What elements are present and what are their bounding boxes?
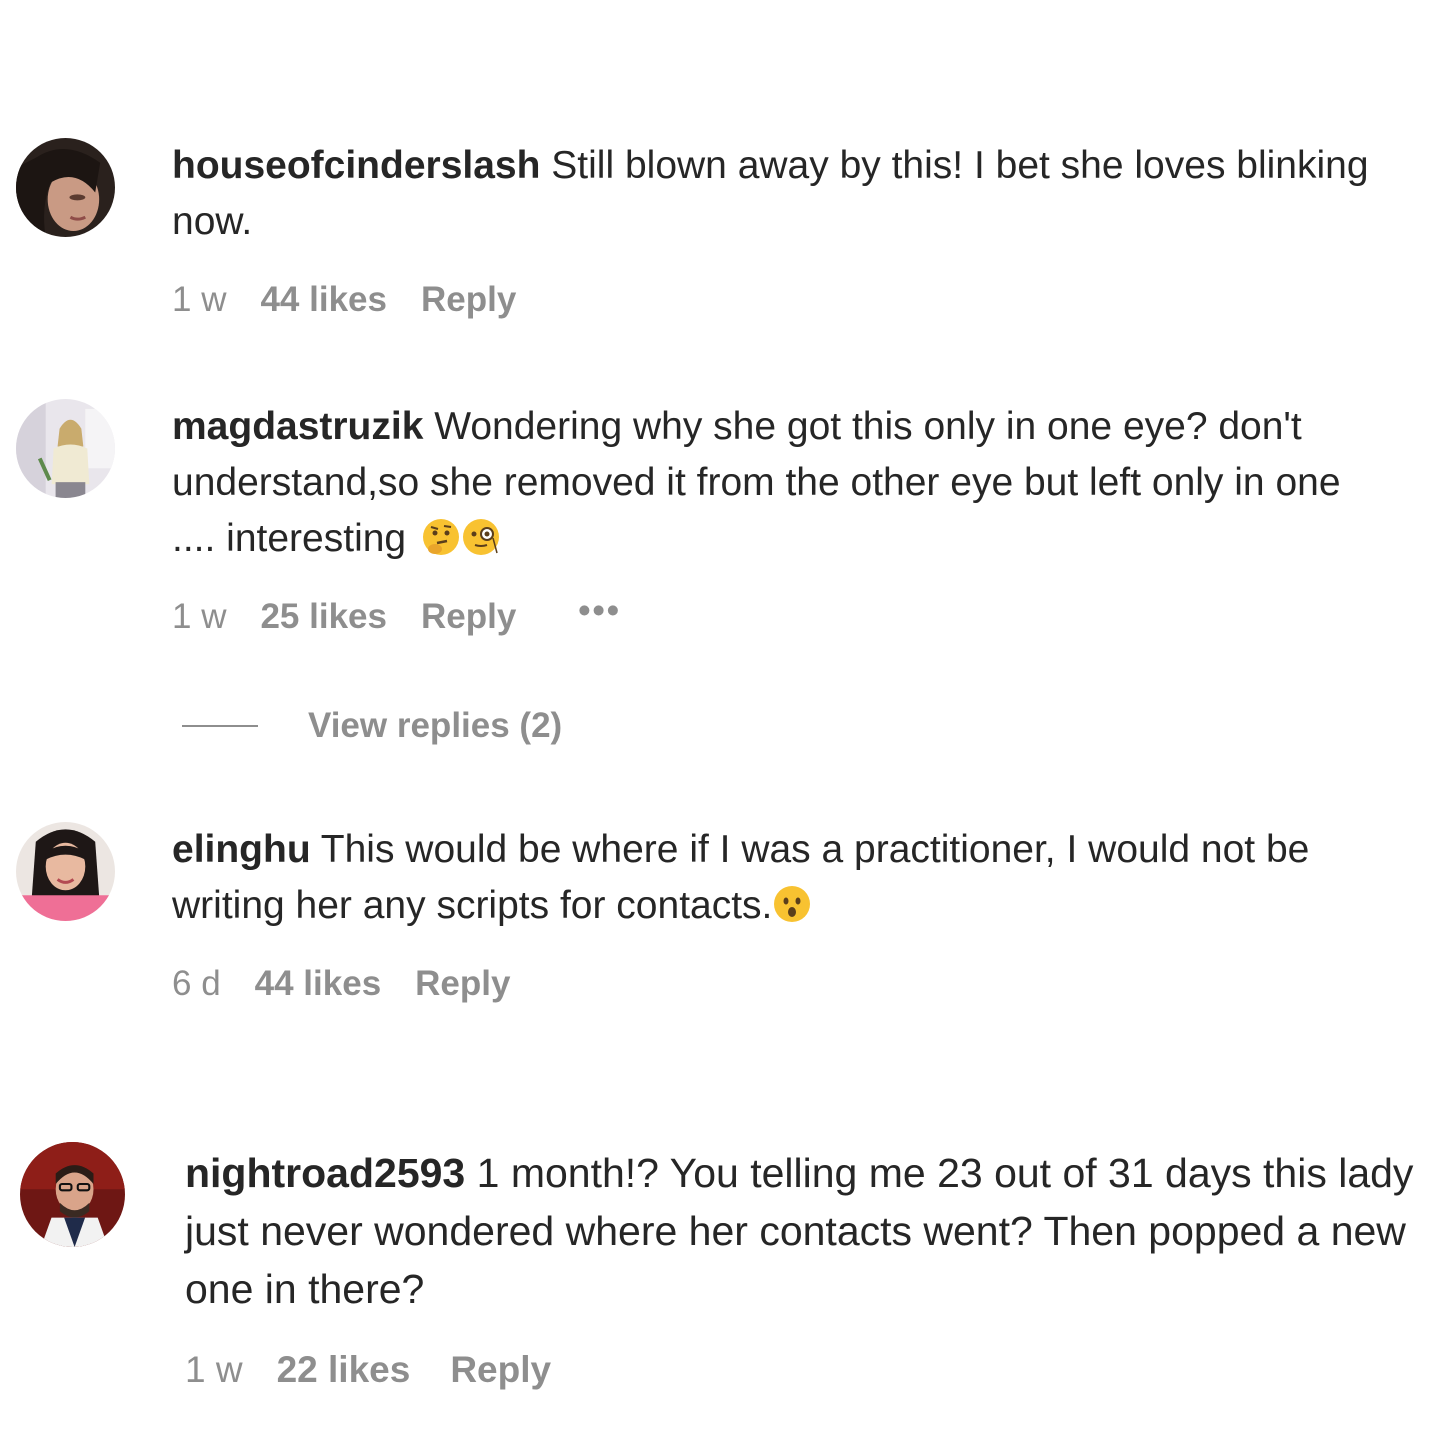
comment-text: This would be where if I was a practitio…: [172, 828, 1310, 927]
likes-count[interactable]: 22 likes: [277, 1350, 411, 1390]
view-replies-label: View replies (2): [308, 706, 563, 745]
hushed-face-emoji: [772, 884, 812, 924]
avatar[interactable]: [16, 138, 115, 237]
comment-time[interactable]: 6 d: [172, 964, 221, 1004]
comment-body: houseofcinderslash Still blown away by t…: [172, 138, 1392, 250]
comment-username[interactable]: elinghu: [172, 828, 311, 871]
comment-body: elinghu This would be where if I was a p…: [172, 822, 1372, 934]
avatar[interactable]: [20, 1142, 125, 1247]
comment-time[interactable]: 1 w: [185, 1350, 243, 1390]
comment-time[interactable]: 1 w: [172, 280, 226, 320]
comment-username[interactable]: houseofcinderslash: [172, 144, 540, 187]
reply-button[interactable]: Reply: [450, 1350, 551, 1390]
face-with-monocle-emoji: [461, 517, 501, 557]
avatar[interactable]: [16, 399, 115, 498]
comment-meta: 6 d 44 likes Reply: [172, 964, 510, 1004]
likes-count[interactable]: 44 likes: [255, 964, 382, 1004]
reply-button[interactable]: Reply: [421, 597, 516, 637]
thinking-face-emoji: [421, 517, 461, 557]
comment-meta: 1 w 22 likes Reply: [185, 1350, 551, 1390]
comment-time[interactable]: 1 w: [172, 597, 226, 637]
likes-count[interactable]: 44 likes: [260, 280, 387, 320]
view-replies-button[interactable]: View replies (2): [182, 704, 562, 748]
divider-line: [182, 725, 258, 727]
avatar[interactable]: [16, 822, 115, 921]
likes-count[interactable]: 25 likes: [260, 597, 387, 637]
comment-body: magdastruzik Wondering why she got this …: [172, 399, 1382, 567]
comment-body: nightroad2593 1 month!? You telling me 2…: [185, 1144, 1425, 1318]
reply-button[interactable]: Reply: [421, 280, 516, 320]
comment-meta: 1 w 25 likes Reply •••: [172, 591, 621, 637]
comment-meta: 1 w 44 likes Reply: [172, 280, 516, 320]
comment-username[interactable]: nightroad2593: [185, 1150, 465, 1196]
more-options-button[interactable]: •••: [578, 591, 621, 631]
reply-button[interactable]: Reply: [415, 964, 510, 1004]
comment-username[interactable]: magdastruzik: [172, 405, 423, 448]
